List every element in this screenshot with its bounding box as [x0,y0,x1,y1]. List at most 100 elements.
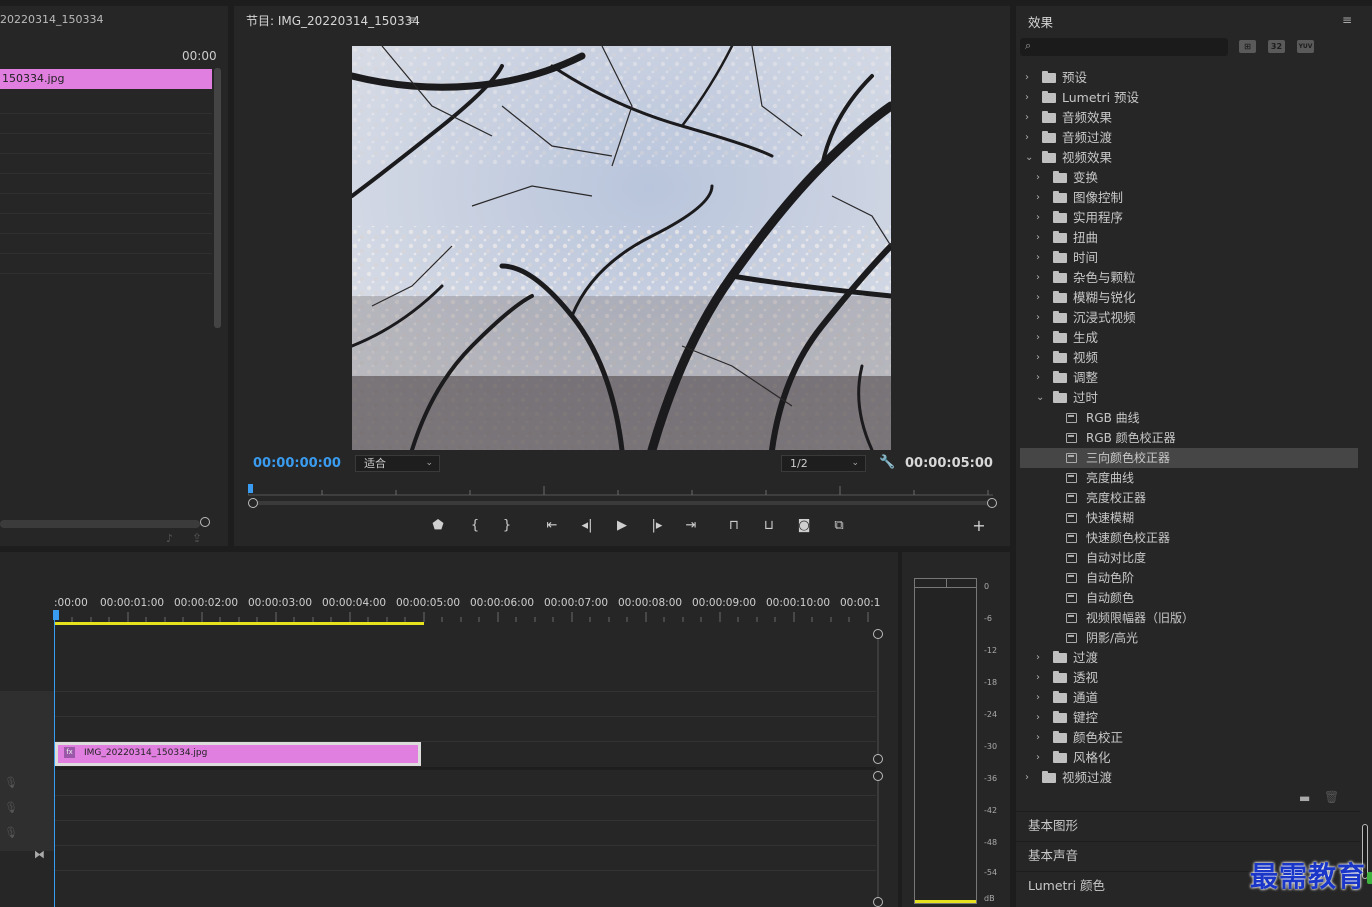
yuv-effects-button[interactable]: YUV [1297,40,1314,53]
effect-folder[interactable]: › 实用程序 [1020,208,1358,228]
effect-folder[interactable]: › 键控 [1020,708,1358,728]
microphone-icon[interactable]: 🎙 [4,826,18,839]
go-to-in-icon[interactable]: ⇤ [540,518,564,533]
effect-folder[interactable]: › 视频 [1020,348,1358,368]
accelerated-effects-button[interactable]: ⊞ [1239,40,1256,53]
resolution-dropdown[interactable]: 1/2 ⌄ [781,455,866,472]
effect-folder[interactable]: › 杂色与颗粒 [1020,268,1358,288]
effect-folder[interactable]: › 音频过渡 [1020,128,1358,148]
scroll-handle[interactable] [873,754,883,764]
effect-item[interactable]: 自动对比度 [1020,548,1358,568]
scroll-handle[interactable] [873,629,883,639]
chevron-right-icon[interactable]: › [1036,728,1040,748]
effect-item[interactable]: 三向颜色校正器 [1020,448,1358,468]
chevron-down-icon[interactable]: ⌄ [1025,148,1033,168]
chevron-right-icon[interactable]: › [1036,248,1040,268]
chevron-right-icon[interactable]: › [1036,228,1040,248]
effect-item[interactable]: 视频限幅器（旧版） [1020,608,1358,628]
chevron-right-icon[interactable]: › [1036,368,1040,388]
program-menu-icon[interactable]: ≡ [407,13,417,27]
step-forward-icon[interactable]: |▸ [645,518,669,533]
chevron-right-icon[interactable]: › [1025,88,1029,108]
audio-output-icon[interactable]: ♪ [166,532,173,545]
effect-folder[interactable]: ⌄ 视频效果 [1020,148,1358,168]
section-essential-graphics[interactable]: 基本图形 [1016,811,1360,839]
audio-track-scrollbar[interactable] [877,776,879,902]
program-playhead[interactable] [248,484,253,493]
effect-folder[interactable]: › 风格化 [1020,748,1358,768]
program-panel-title[interactable]: 节目: IMG_20220314_150334 [246,12,420,29]
effect-folder[interactable]: › 模糊与锐化 [1020,288,1358,308]
chevron-right-icon[interactable]: › [1036,688,1040,708]
chevron-down-icon[interactable]: ⌄ [1036,388,1044,408]
add-marker-icon[interactable]: ⬟ [426,518,450,533]
chevron-right-icon[interactable]: › [1036,288,1040,308]
microphone-icon[interactable]: 🎙 [4,776,18,789]
effect-item[interactable]: 快速模糊 [1020,508,1358,528]
chevron-right-icon[interactable]: › [1036,348,1040,368]
chevron-right-icon[interactable]: › [1036,268,1040,288]
source-clip[interactable]: 150334.jpg [0,69,212,89]
go-to-out-icon[interactable]: ⇥ [679,518,703,533]
scroll-handle[interactable] [873,897,883,907]
chevron-right-icon[interactable]: › [1025,768,1029,788]
lift-icon[interactable]: ⊓ [722,518,746,533]
scroll-handle[interactable] [873,771,883,781]
effects-menu-icon[interactable]: ≡ [1342,13,1352,27]
extract-icon[interactable]: ⊔ [757,518,781,533]
button-editor-plus-icon[interactable]: + [967,516,991,535]
mark-in-icon[interactable]: { [463,518,487,533]
timeline-clip[interactable]: fx IMG_20220314_150334.jpg [55,742,421,766]
effect-item[interactable]: 亮度校正器 [1020,488,1358,508]
effect-folder[interactable]: ⌄ 过时 [1020,388,1358,408]
effect-item[interactable]: 自动颜色 [1020,588,1358,608]
effect-folder[interactable]: › 音频效果 [1020,108,1358,128]
effect-folder[interactable]: › 调整 [1020,368,1358,388]
zoom-fit-dropdown[interactable]: 适合 ⌄ [355,455,440,472]
work-area-bar[interactable] [54,622,424,625]
chevron-right-icon[interactable]: › [1036,208,1040,228]
timeline-playhead[interactable] [53,610,59,620]
effects-search-input[interactable]: ⌕ [1020,38,1228,56]
fx-badge[interactable]: fx [64,747,75,758]
delete-trash-icon[interactable]: 🗑 [1324,790,1339,804]
program-current-timecode[interactable]: 00:00:00:00 [253,456,341,471]
effect-item[interactable]: 亮度曲线 [1020,468,1358,488]
export-frame-camera-icon[interactable]: ◙ [792,518,816,533]
effect-folder[interactable]: › 视频过渡 [1020,768,1358,788]
program-zoom-bar[interactable] [250,501,994,505]
new-bin-folder-icon[interactable]: ▬ [1299,791,1310,805]
effect-folder[interactable]: › 通道 [1020,688,1358,708]
effect-folder[interactable]: › 生成 [1020,328,1358,348]
comparison-view-icon[interactable]: ⧉ [827,518,851,533]
chevron-right-icon[interactable]: › [1036,748,1040,768]
effect-folder[interactable]: › 变换 [1020,168,1358,188]
chevron-right-icon[interactable]: › [1036,328,1040,348]
chevron-right-icon[interactable]: › [1036,188,1040,208]
effect-item[interactable]: 快速颜色校正器 [1020,528,1358,548]
play-icon[interactable]: ▶ [610,518,634,533]
32bit-effects-button[interactable]: 32 [1268,40,1285,53]
program-time-ruler[interactable] [248,484,993,496]
effect-folder[interactable]: › 沉浸式视频 [1020,308,1358,328]
effect-item[interactable]: 阴影/高光 [1020,628,1358,648]
effect-folder[interactable]: › 时间 [1020,248,1358,268]
effect-folder[interactable]: › 图像控制 [1020,188,1358,208]
effect-folder[interactable]: › 透视 [1020,668,1358,688]
export-icon[interactable]: ⇪ [192,531,202,545]
effect-folder[interactable]: › 扭曲 [1020,228,1358,248]
chevron-right-icon[interactable]: › [1036,168,1040,188]
timeline-playhead-line[interactable] [54,614,55,907]
mark-out-icon[interactable]: } [495,518,519,533]
timeline-time-ruler[interactable] [54,612,876,626]
effects-panel-title[interactable]: 效果 [1028,12,1053,31]
microphone-icon[interactable]: 🎙 [4,801,18,814]
step-back-icon[interactable]: ◂| [575,518,599,533]
mix-track-icon[interactable]: ⧓ [34,848,45,861]
chevron-right-icon[interactable]: › [1036,668,1040,688]
chevron-right-icon[interactable]: › [1025,128,1029,148]
source-vertical-scrollbar[interactable] [214,68,221,328]
source-scroll-handle[interactable] [200,517,210,527]
effect-item[interactable]: 自动色阶 [1020,568,1358,588]
chevron-right-icon[interactable]: › [1036,708,1040,728]
